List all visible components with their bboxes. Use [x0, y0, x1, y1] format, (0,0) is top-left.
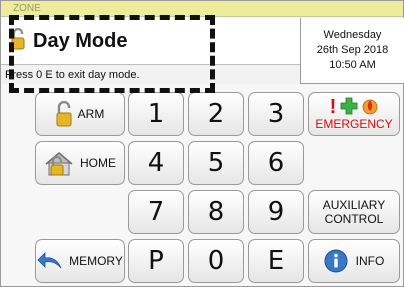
home-lock-icon [44, 150, 74, 176]
exclamation-icon: ! [329, 96, 337, 118]
memory-button[interactable]: MEMORY [35, 239, 125, 283]
info-label: INFO [355, 254, 385, 268]
emergency-label: EMERGENCY [315, 117, 393, 131]
emergency-button[interactable]: ! EMERGENCY [308, 92, 400, 136]
mode-status-box: Day Mode Press 0 E to exit day mode. [1, 18, 301, 84]
key-7[interactable]: 7 [128, 190, 184, 234]
key-3[interactable]: 3 [248, 92, 304, 136]
info-icon [324, 249, 348, 273]
zone-label: ZONE [13, 3, 41, 14]
home-label: HOME [80, 156, 116, 170]
key-4[interactable]: 4 [128, 141, 184, 185]
padlock-icon [56, 101, 72, 127]
key-9[interactable]: 9 [248, 190, 304, 234]
medical-cross-icon [340, 97, 358, 118]
date: 26th Sep 2018 [316, 44, 389, 56]
alarm-panel: ZONE Day Mode Press 0 E to exit day mode… [0, 0, 404, 287]
datetime-box: Wednesday 26th Sep 2018 10:50 AM [301, 18, 404, 84]
mode-instruction: Press 0 E to exit day mode. [1, 64, 300, 84]
key-1[interactable]: 1 [128, 92, 184, 136]
key-e[interactable]: E [248, 239, 304, 283]
mode-title: Day Mode [33, 29, 128, 52]
open-padlock-icon [11, 27, 25, 55]
zone-bar: ZONE [1, 1, 403, 17]
auxiliary-control-button[interactable]: AUXILIARY CONTROL [308, 190, 400, 234]
mode-title-row: Day Mode [11, 24, 127, 58]
key-0[interactable]: 0 [188, 239, 244, 283]
time: 10:50 AM [329, 59, 376, 71]
memory-label: MEMORY [69, 254, 123, 268]
arm-button[interactable]: ARM [35, 92, 125, 136]
fire-icon [362, 97, 378, 118]
day-of-week: Wednesday [323, 29, 382, 41]
key-p[interactable]: P [128, 239, 184, 283]
emergency-icons: ! [330, 97, 379, 117]
back-arrow-icon [37, 251, 63, 271]
auxiliary-label-line1: AUXILIARY [322, 198, 386, 212]
home-button[interactable]: HOME [35, 141, 125, 185]
key-8[interactable]: 8 [188, 190, 244, 234]
key-6[interactable]: 6 [248, 141, 304, 185]
info-button[interactable]: INFO [308, 239, 400, 283]
arm-label: ARM [77, 107, 105, 121]
key-5[interactable]: 5 [188, 141, 244, 185]
key-2[interactable]: 2 [188, 92, 244, 136]
auxiliary-label-line2: CONTROL [324, 212, 384, 226]
